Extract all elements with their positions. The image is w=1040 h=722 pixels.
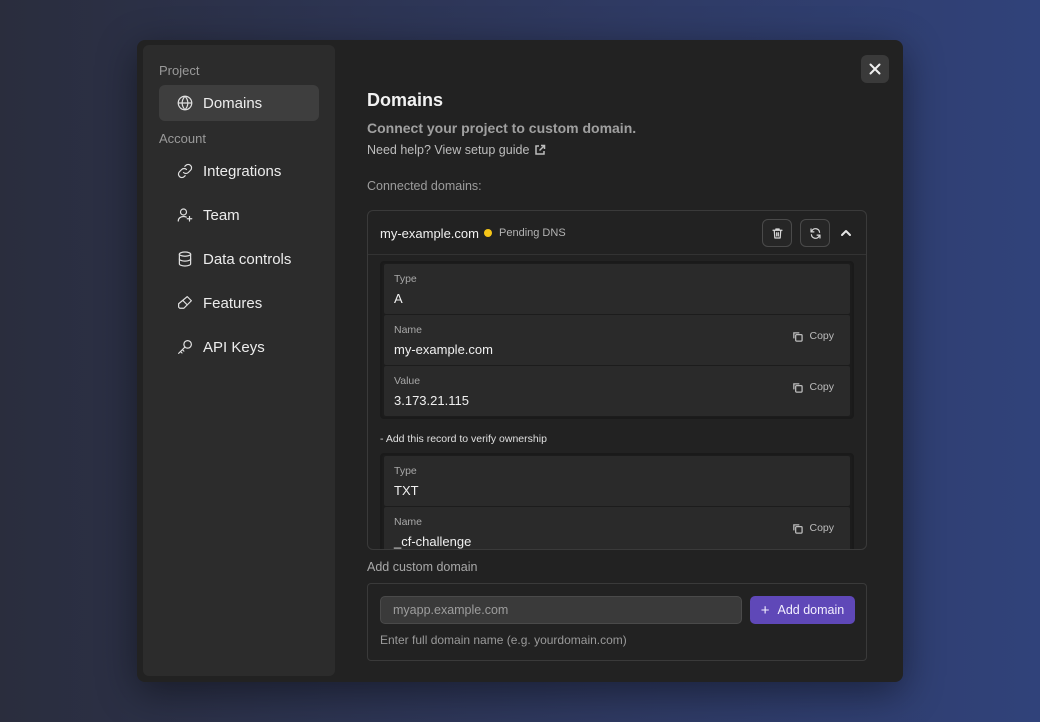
copy-icon	[793, 523, 804, 534]
sidebar-item-features[interactable]: Features	[159, 285, 319, 321]
setup-guide-link[interactable]: Need help? View setup guide	[367, 143, 546, 157]
record-label: Name	[394, 516, 423, 528]
record-value: A	[394, 291, 403, 306]
add-domain-card: + Add domain Enter full domain name (e.g…	[367, 583, 867, 661]
add-domain-button-label: Add domain	[777, 603, 845, 617]
sidebar-item-domains[interactable]: Domains	[159, 85, 319, 121]
connected-domains-label: Connected domains:	[367, 179, 482, 193]
collapse-button[interactable]	[838, 225, 854, 241]
copy-label: Copy	[809, 522, 834, 534]
key-icon	[175, 337, 195, 357]
record-row-name: Name my-example.com Copy	[384, 315, 850, 365]
record-label: Name	[394, 324, 423, 336]
status-badge: Pending DNS	[499, 227, 566, 239]
domain-input[interactable]	[380, 596, 742, 624]
page-title: Domains	[367, 90, 444, 110]
sidebar-item-label: Data controls	[203, 250, 292, 268]
sidebar-item-data-controls[interactable]: Data controls	[159, 241, 319, 277]
delete-domain-button[interactable]	[762, 219, 792, 247]
refresh-icon	[809, 227, 821, 239]
domain-card: my-example.com Pending DNS Type A Name m…	[367, 210, 867, 550]
eraser-icon	[175, 293, 195, 313]
close-icon	[869, 63, 881, 75]
record-row-value: Value 3.173.21.115 Copy	[384, 366, 850, 416]
copy-button[interactable]: Copy	[792, 330, 834, 342]
section-label-project: Project	[159, 63, 200, 78]
user-plus-icon	[175, 205, 195, 225]
copy-label: Copy	[809, 381, 834, 393]
a-record-group: Type A Name my-example.com Copy Value 3.…	[380, 261, 854, 419]
copy-button[interactable]: Copy	[792, 522, 834, 534]
record-label: Type	[394, 465, 417, 477]
database-icon	[175, 249, 195, 269]
sidebar-item-label: Team	[203, 206, 240, 224]
record-value: my-example.com	[394, 342, 493, 357]
section-label-account: Account	[159, 131, 206, 146]
sidebar-item-team[interactable]: Team	[159, 197, 319, 233]
record-row-name: Name _cf-challenge Copy	[384, 507, 850, 549]
sidebar-item-label: Integrations	[203, 162, 282, 180]
refresh-domain-button[interactable]	[800, 219, 830, 247]
record-row-type: Type A	[384, 264, 850, 314]
record-value: TXT	[394, 483, 419, 498]
setup-guide-label: Need help? View setup guide	[367, 143, 530, 157]
record-row-type: Type TXT	[384, 456, 850, 506]
settings-sidebar: Project Domains Account Integrations Tea…	[143, 45, 335, 676]
add-domain-label: Add custom domain	[367, 560, 478, 574]
plus-icon: +	[760, 601, 770, 619]
add-domain-button[interactable]: + Add domain	[750, 596, 855, 624]
page-subtitle: Connect your project to custom domain.	[367, 120, 637, 136]
chevron-up-icon	[841, 230, 851, 236]
trash-icon	[771, 227, 783, 239]
sidebar-item-api-keys[interactable]: API Keys	[159, 329, 319, 365]
record-label: Type	[394, 273, 417, 285]
domain-input-hint: Enter full domain name (e.g. yourdomain.…	[380, 633, 627, 647]
sidebar-item-label: API Keys	[203, 338, 265, 356]
link-icon	[175, 161, 195, 181]
domain-card-header: my-example.com Pending DNS	[368, 211, 866, 255]
copy-button[interactable]: Copy	[792, 381, 834, 393]
verify-ownership-note: - Add this record to verify ownership	[380, 433, 547, 445]
external-link-icon	[535, 144, 546, 155]
globe-icon	[175, 93, 195, 113]
sidebar-item-label: Domains	[203, 94, 263, 112]
status-dot	[484, 229, 492, 237]
copy-icon	[793, 331, 804, 342]
domain-name: my-example.com	[380, 226, 479, 241]
copy-label: Copy	[809, 330, 834, 342]
record-label: Value	[394, 375, 421, 387]
record-value: _cf-challenge	[394, 534, 472, 549]
txt-record-group: Type TXT Name _cf-challenge Copy	[380, 453, 854, 549]
domains-modal: Project Domains Account Integrations Tea…	[137, 40, 903, 682]
record-value: 3.173.21.115	[394, 393, 469, 408]
copy-icon	[793, 382, 804, 393]
close-button[interactable]	[861, 55, 889, 83]
sidebar-item-integrations[interactable]: Integrations	[159, 153, 319, 189]
sidebar-item-label: Features	[203, 294, 263, 312]
